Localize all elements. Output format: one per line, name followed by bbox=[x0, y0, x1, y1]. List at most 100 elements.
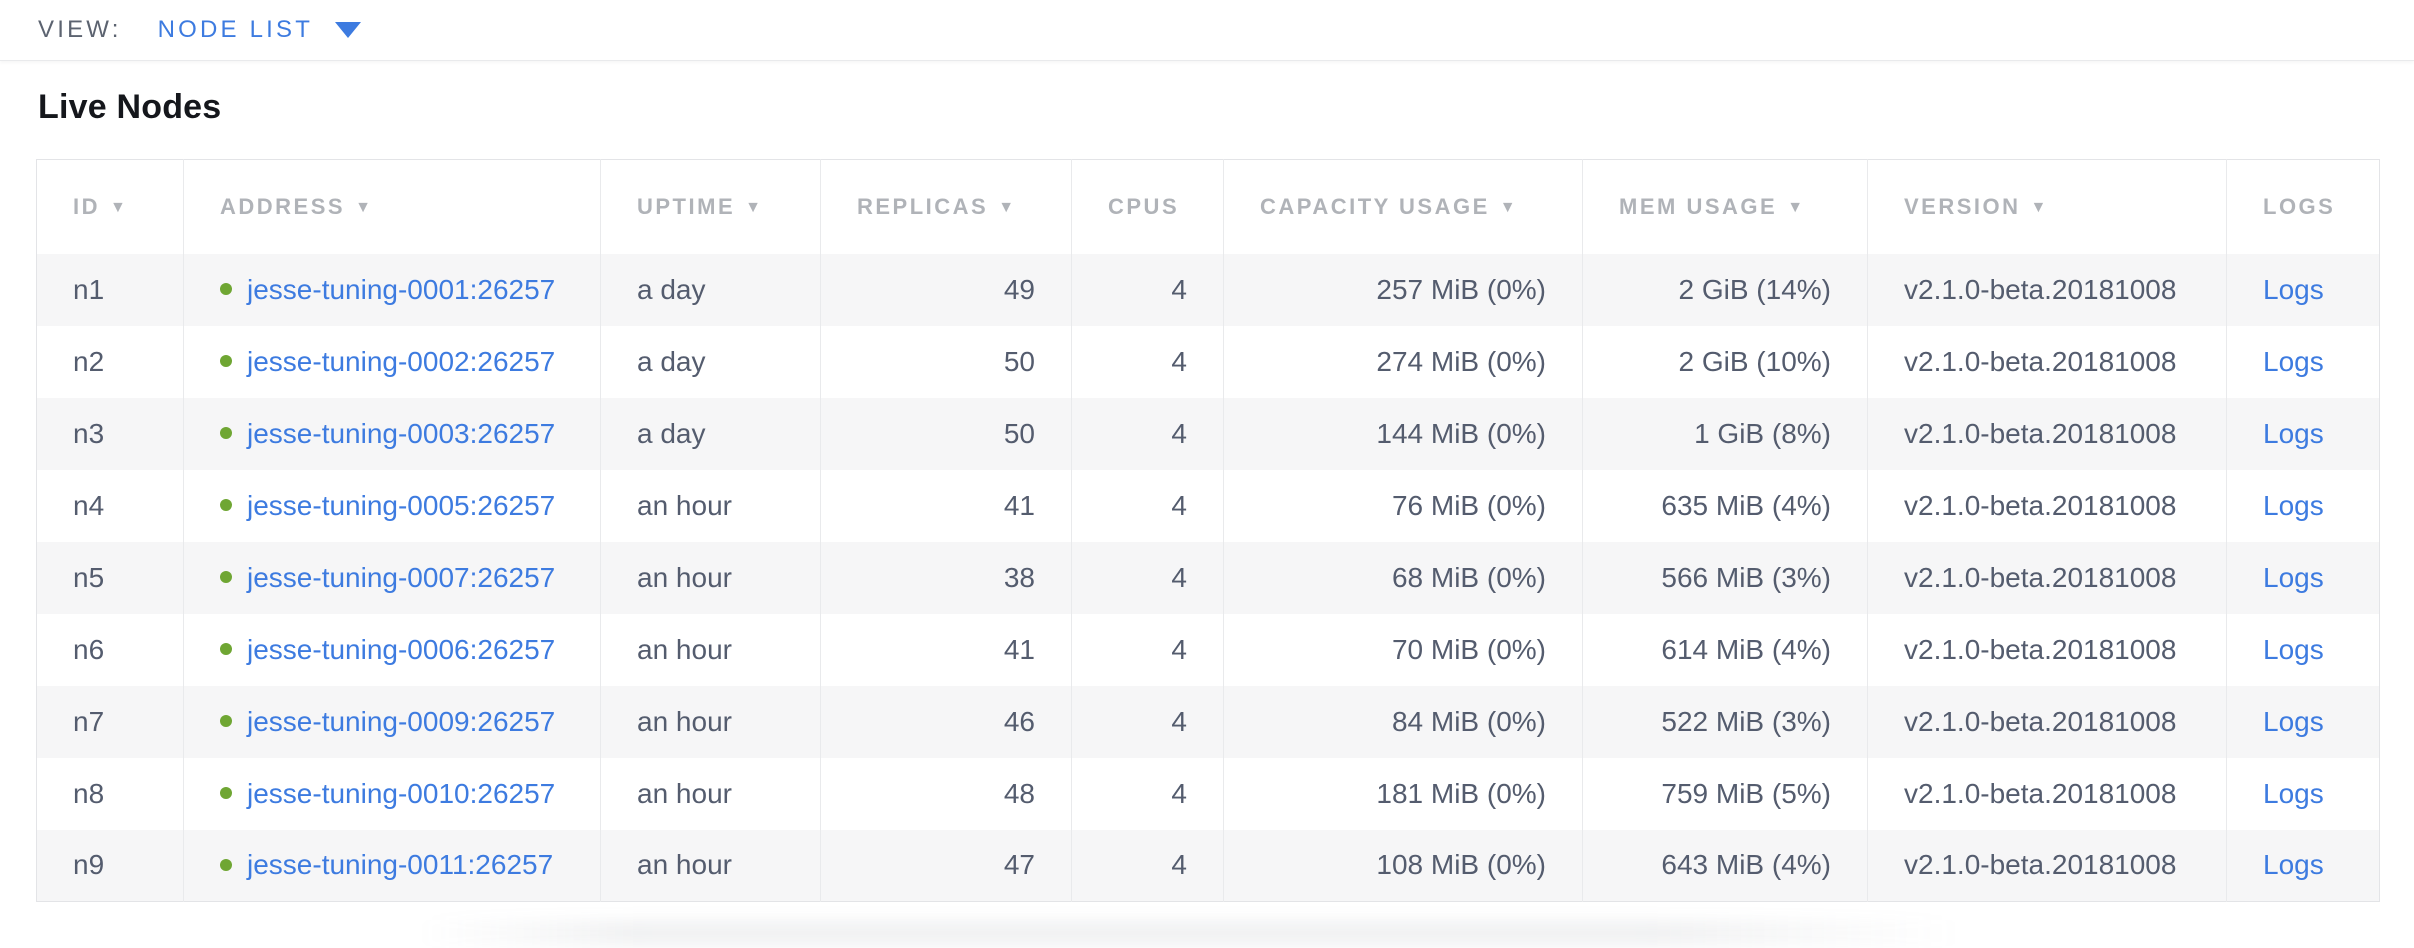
node-version-cell: v2.1.0-beta.20181008 bbox=[1868, 542, 2227, 614]
sort-descending-icon: ▼ bbox=[745, 199, 763, 216]
node-version-cell: v2.1.0-beta.20181008 bbox=[1868, 470, 2227, 542]
column-header-logs: LOGS bbox=[2227, 160, 2380, 254]
column-label: UPTIME bbox=[637, 194, 735, 219]
node-address-cell: jesse-tuning-0002:26257 bbox=[184, 326, 601, 398]
header-row: ID▼ADDRESS▼UPTIME▼REPLICAS▼CPUSCAPACITY … bbox=[37, 160, 2380, 254]
sort-descending-icon: ▼ bbox=[1787, 199, 1805, 216]
logs-link[interactable]: Logs bbox=[2263, 778, 2324, 809]
node-address-cell: jesse-tuning-0005:26257 bbox=[184, 470, 601, 542]
node-mem-cell: 759 MiB (5%) bbox=[1583, 758, 1868, 830]
node-address-link[interactable]: jesse-tuning-0002:26257 bbox=[247, 346, 555, 377]
node-address-cell: jesse-tuning-0007:26257 bbox=[184, 542, 601, 614]
column-label: CAPACITY USAGE bbox=[1260, 194, 1490, 219]
column-header-version[interactable]: VERSION▼ bbox=[1868, 160, 2227, 254]
table-row: n5 jesse-tuning-0007:26257 an hour38468 Mi… bbox=[37, 542, 2380, 614]
node-capacity-cell: 274 MiB (0%) bbox=[1224, 326, 1583, 398]
node-id-cell: n6 bbox=[37, 614, 184, 686]
node-uptime-cell: an hour bbox=[601, 686, 821, 758]
node-cpus-cell: 4 bbox=[1072, 542, 1224, 614]
node-mem-cell: 635 MiB (4%) bbox=[1583, 470, 1868, 542]
logs-cell: Logs bbox=[2227, 398, 2380, 470]
column-label: REPLICAS bbox=[857, 194, 988, 219]
node-address-link[interactable]: jesse-tuning-0011:26257 bbox=[247, 849, 553, 880]
node-address-cell: jesse-tuning-0011:26257 bbox=[184, 830, 601, 902]
node-capacity-cell: 257 MiB (0%) bbox=[1224, 254, 1583, 326]
node-id-cell: n9 bbox=[37, 830, 184, 902]
node-replicas-cell: 41 bbox=[821, 470, 1072, 542]
node-address-link[interactable]: jesse-tuning-0009:26257 bbox=[247, 706, 555, 737]
node-address-link[interactable]: jesse-tuning-0007:26257 bbox=[247, 562, 555, 593]
node-uptime-cell: a day bbox=[601, 254, 821, 326]
view-label: VIEW: bbox=[38, 16, 122, 44]
node-id-cell: n5 bbox=[37, 542, 184, 614]
column-header-cpus: CPUS bbox=[1072, 160, 1224, 254]
sort-descending-icon: ▼ bbox=[1500, 199, 1518, 216]
sort-descending-icon: ▼ bbox=[2031, 199, 2049, 216]
logs-link[interactable]: Logs bbox=[2263, 490, 2324, 521]
node-id-cell: n2 bbox=[37, 326, 184, 398]
node-address-link[interactable]: jesse-tuning-0006:26257 bbox=[247, 634, 555, 665]
node-address-link[interactable]: jesse-tuning-0005:26257 bbox=[247, 490, 555, 521]
column-header-capacity[interactable]: CAPACITY USAGE ▼ bbox=[1224, 160, 1583, 254]
logs-link[interactable]: Logs bbox=[2263, 849, 2324, 880]
view-bar: VIEW: NODE LIST bbox=[0, 0, 2414, 61]
node-mem-cell: 2 GiB (10%) bbox=[1583, 326, 1868, 398]
node-mem-cell: 643 MiB (4%) bbox=[1583, 830, 1868, 902]
node-version-cell: v2.1.0-beta.20181008 bbox=[1868, 614, 2227, 686]
table-row: n3jesse-tuning-0003:26257a day504144 MiB… bbox=[37, 398, 2380, 470]
node-live-status-icon bbox=[220, 283, 232, 295]
node-uptime-cell: a day bbox=[601, 398, 821, 470]
node-uptime-cell: an hour bbox=[601, 542, 821, 614]
node-id-cell: n4 bbox=[37, 470, 184, 542]
node-version-cell: v2.1.0-beta.20181008 bbox=[1868, 758, 2227, 830]
node-capacity-cell: 68 MiB (0%) bbox=[1224, 542, 1583, 614]
node-uptime-cell: an hour bbox=[601, 614, 821, 686]
node-address-link[interactable]: jesse-tuning-0001:26257 bbox=[247, 274, 555, 305]
logs-link[interactable]: Logs bbox=[2263, 274, 2324, 305]
column-header-uptime[interactable]: UPTIME ▼ bbox=[601, 160, 821, 254]
node-address-link[interactable]: jesse-tuning-0003:26257 bbox=[247, 418, 555, 449]
node-replicas-cell: 41 bbox=[821, 614, 1072, 686]
logs-link[interactable]: Logs bbox=[2263, 562, 2324, 593]
logs-cell: Logs bbox=[2227, 614, 2380, 686]
node-cpus-cell: 4 bbox=[1072, 470, 1224, 542]
node-replicas-cell: 48 bbox=[821, 758, 1072, 830]
node-capacity-cell: 181 MiB (0%) bbox=[1224, 758, 1583, 830]
table-row: n6jesse-tuning-0006:26257an hour41470 Mi… bbox=[37, 614, 2380, 686]
logs-cell: Logs bbox=[2227, 686, 2380, 758]
node-mem-cell: 566 MiB (3%) bbox=[1583, 542, 1868, 614]
logs-cell: Logs bbox=[2227, 758, 2380, 830]
node-address-cell: jesse-tuning-0003:26257 bbox=[184, 398, 601, 470]
live-nodes-table: ID▼ADDRESS▼UPTIME▼REPLICAS▼CPUSCAPACITY … bbox=[36, 159, 2380, 902]
node-live-status-icon bbox=[220, 787, 232, 799]
bottom-shadow bbox=[420, 920, 1960, 946]
node-id-cell: n8 bbox=[37, 758, 184, 830]
node-address-link[interactable]: jesse-tuning-0010:26257 bbox=[247, 778, 555, 809]
view-selector[interactable]: NODE LIST bbox=[158, 16, 362, 44]
logs-link[interactable]: Logs bbox=[2263, 634, 2324, 665]
column-header-mem[interactable]: MEM USAGE▼ bbox=[1583, 160, 1868, 254]
logs-cell: Logs bbox=[2227, 254, 2380, 326]
node-live-status-icon bbox=[220, 499, 232, 511]
view-selected-value: NODE LIST bbox=[158, 16, 314, 44]
node-live-status-icon bbox=[220, 571, 232, 583]
logs-link[interactable]: Logs bbox=[2263, 706, 2324, 737]
logs-link[interactable]: Logs bbox=[2263, 346, 2324, 377]
logs-link[interactable]: Logs bbox=[2263, 418, 2324, 449]
column-header-id[interactable]: ID▼ bbox=[37, 160, 184, 254]
column-header-replicas[interactable]: REPLICAS▼ bbox=[821, 160, 1072, 254]
logs-cell: Logs bbox=[2227, 326, 2380, 398]
sort-descending-icon: ▼ bbox=[110, 199, 128, 216]
node-live-status-icon bbox=[220, 643, 232, 655]
node-version-cell: v2.1.0-beta.20181008 bbox=[1868, 254, 2227, 326]
node-live-status-icon bbox=[220, 859, 232, 871]
node-uptime-cell: an hour bbox=[601, 758, 821, 830]
node-version-cell: v2.1.0-beta.20181008 bbox=[1868, 326, 2227, 398]
node-mem-cell: 614 MiB (4%) bbox=[1583, 614, 1868, 686]
node-address-cell: jesse-tuning-0009:26257 bbox=[184, 686, 601, 758]
node-replicas-cell: 38 bbox=[821, 542, 1072, 614]
node-cpus-cell: 4 bbox=[1072, 254, 1224, 326]
node-capacity-cell: 70 MiB (0%) bbox=[1224, 614, 1583, 686]
column-header-address[interactable]: ADDRESS▼ bbox=[184, 160, 601, 254]
node-replicas-cell: 50 bbox=[821, 398, 1072, 470]
